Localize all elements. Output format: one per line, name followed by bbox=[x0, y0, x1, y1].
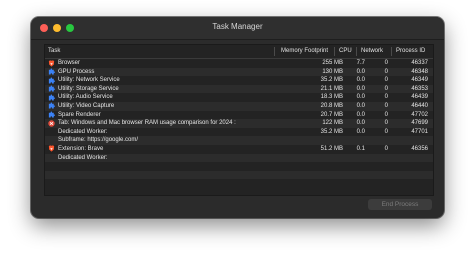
memory-footprint: 130 MB bbox=[322, 68, 343, 75]
table-row[interactable]: Dedicated Worker: bbox=[45, 153, 433, 163]
task-name: Dedicated Worker: bbox=[58, 128, 108, 135]
column-header-memory[interactable]: Memory Footprint bbox=[281, 48, 328, 54]
memory-footprint: 21.1 MB bbox=[320, 85, 343, 92]
network-usage: 0 bbox=[384, 128, 388, 135]
brave-lion-icon bbox=[48, 59, 55, 67]
memory-footprint: 35.2 MB bbox=[320, 77, 343, 84]
table-row[interactable]: Utility: Video Capture 20.8 MB 0.0 0 46440 bbox=[45, 101, 433, 111]
memory-footprint: 51.2 MB bbox=[320, 145, 343, 152]
process-id: 47701 bbox=[411, 128, 428, 135]
process-id: 46348 bbox=[411, 68, 428, 75]
network-usage: 0 bbox=[384, 145, 388, 152]
table-row[interactable]: Utility: Storage Service 21.1 MB 0.0 0 46353 bbox=[45, 84, 433, 94]
column-header-network[interactable]: Network bbox=[361, 48, 383, 54]
process-id: 46337 bbox=[411, 60, 428, 66]
task-name: Tab: Windows and Mac browser RAM usage c… bbox=[58, 120, 236, 127]
puzzle-icon bbox=[48, 68, 55, 75]
task-name: Utility: Audio Service bbox=[58, 94, 113, 101]
network-usage: 0 bbox=[384, 85, 388, 92]
puzzle-icon bbox=[48, 102, 55, 109]
cpu-usage: 0.0 bbox=[356, 94, 365, 101]
table-row[interactable]: Browser 255 MB 7.7 0 46337 bbox=[45, 59, 433, 68]
table-row[interactable]: Subframe: https://google.com/ bbox=[45, 136, 433, 145]
puzzle-icon bbox=[48, 77, 55, 84]
table-body: Browser 255 MB 7.7 0 46337 GPU Process 130 MB 0… bbox=[45, 59, 433, 188]
process-id: 46349 bbox=[411, 77, 428, 84]
memory-footprint: 255 MB bbox=[322, 60, 343, 66]
task-name: Extension: Brave bbox=[58, 145, 104, 152]
task-name: Utility: Video Capture bbox=[58, 102, 115, 109]
task-name: Utility: Network Service bbox=[58, 77, 120, 84]
window-title: Task Manager bbox=[212, 22, 263, 31]
process-id: 46356 bbox=[411, 145, 428, 152]
network-usage: 0 bbox=[384, 60, 388, 66]
task-name: Dedicated Worker: bbox=[58, 154, 108, 161]
network-usage: 0 bbox=[384, 77, 388, 84]
puzzle-icon bbox=[48, 94, 55, 101]
process-id: 46440 bbox=[411, 102, 428, 109]
puzzle-icon bbox=[48, 111, 55, 118]
memory-footprint: 20.8 MB bbox=[320, 102, 343, 109]
process-id: 47702 bbox=[411, 111, 428, 118]
table-row[interactable]: Dedicated Worker: 35.2 MB 0.0 0 47701 bbox=[45, 128, 433, 137]
cpu-usage: 0.0 bbox=[356, 77, 365, 84]
process-id: 47699 bbox=[411, 120, 428, 127]
column-header-cpu[interactable]: CPU bbox=[339, 48, 352, 54]
table-row[interactable]: Utility: Audio Service 18.3 MB 0.0 0 46439 bbox=[45, 93, 433, 102]
network-usage: 0 bbox=[384, 94, 388, 101]
memory-footprint: 18.3 MB bbox=[320, 94, 343, 101]
network-usage: 0 bbox=[384, 68, 388, 75]
cpu-usage: 0.0 bbox=[356, 102, 365, 109]
process-id: 46439 bbox=[411, 94, 428, 101]
task-name: Utility: Storage Service bbox=[58, 85, 119, 92]
memory-footprint: 122 MB bbox=[322, 120, 343, 127]
network-usage: 0 bbox=[384, 102, 388, 109]
puzzle-icon bbox=[48, 85, 55, 92]
table-row[interactable]: Utility: Network Service 35.2 MB 0.0 0 46349 bbox=[45, 76, 433, 85]
cpu-usage: 0.0 bbox=[356, 120, 365, 127]
cpu-usage: 0.0 bbox=[356, 111, 365, 118]
process-table: Task Memory Footprint CPU Network Proces… bbox=[44, 44, 434, 196]
table-row[interactable]: Tab: Windows and Mac browser RAM usage c… bbox=[45, 119, 433, 128]
network-usage: 0 bbox=[384, 111, 388, 118]
task-name: GPU Process bbox=[58, 68, 95, 75]
cpu-usage: 0.0 bbox=[356, 68, 365, 75]
empty-row bbox=[45, 179, 433, 188]
task-name: Subframe: https://google.com/ bbox=[58, 137, 139, 144]
network-usage: 0 bbox=[384, 120, 388, 127]
empty-row bbox=[45, 162, 433, 171]
red-tab-icon bbox=[48, 119, 55, 127]
column-divider[interactable] bbox=[334, 47, 335, 56]
column-divider[interactable] bbox=[391, 47, 392, 56]
end-process-button[interactable]: End Process bbox=[368, 199, 432, 210]
process-id: 46353 bbox=[411, 85, 428, 92]
cpu-usage: 7.7 bbox=[356, 60, 365, 66]
brave-lion-icon bbox=[48, 145, 55, 153]
column-header-task[interactable]: Task bbox=[48, 48, 60, 54]
table-row[interactable]: Spare Renderer 20.7 MB 0.0 0 47702 bbox=[45, 111, 433, 120]
empty-row bbox=[45, 170, 433, 180]
task-name: Browser bbox=[58, 60, 81, 66]
column-header-process-id[interactable]: Process ID bbox=[396, 48, 425, 54]
table-row[interactable]: Extension: Brave 51.2 MB 0.1 0 46356 bbox=[45, 145, 433, 154]
column-divider[interactable] bbox=[274, 47, 275, 56]
task-name: Spare Renderer bbox=[58, 111, 101, 118]
cpu-usage: 0.0 bbox=[356, 85, 365, 92]
column-divider[interactable] bbox=[356, 47, 357, 56]
cpu-usage: 0.1 bbox=[356, 145, 365, 152]
cpu-usage: 0.0 bbox=[356, 128, 365, 135]
table-row[interactable]: GPU Process 130 MB 0.0 0 46348 bbox=[45, 67, 433, 77]
memory-footprint: 20.7 MB bbox=[320, 111, 343, 118]
title-bar: Task Manager bbox=[31, 17, 444, 40]
memory-footprint: 35.2 MB bbox=[320, 128, 343, 135]
table-header: Task Memory Footprint CPU Network Proces… bbox=[45, 45, 433, 59]
task-manager-window: Task Manager Task Memory Footprint CPU N… bbox=[31, 17, 444, 218]
